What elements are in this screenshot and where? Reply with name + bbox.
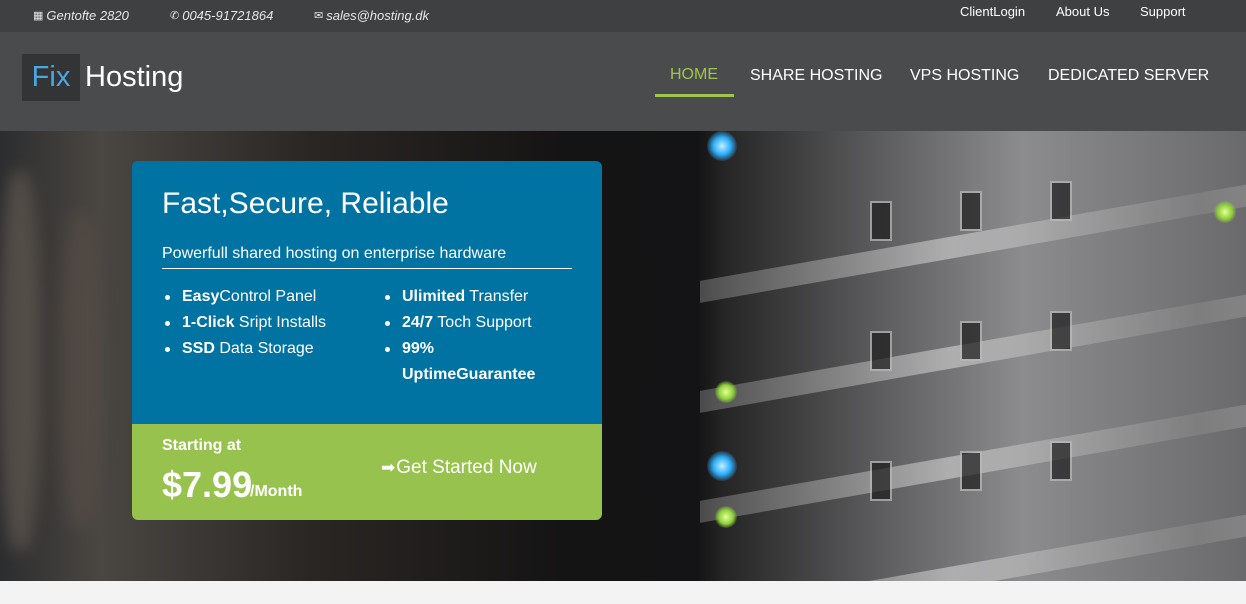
blue-led (707, 131, 737, 161)
green-led (1214, 201, 1236, 223)
pricing-bar: Starting at $7.99 /Month ➡ Get Started N… (132, 424, 602, 520)
nav-share-hosting[interactable]: SHARE HOSTING (750, 67, 882, 85)
blue-led (707, 451, 737, 481)
phone-text: 0045-91721864 (182, 8, 274, 23)
feature-item: 24/7 Toch Support (382, 310, 552, 336)
envelope-icon: ✉ (314, 10, 324, 22)
price-period: /Month (250, 483, 303, 500)
email-info: ✉ sales@hosting.dk (314, 0, 429, 32)
logo-hosting: Hosting (85, 61, 184, 93)
green-led (715, 506, 737, 528)
offer-subtitle: Powerfull shared hosting on enterprise h… (162, 245, 572, 269)
nav-home[interactable]: HOME (670, 66, 718, 84)
drive-bay (960, 191, 982, 231)
top-bar: ▦ Gentofte 2820 ✆ 0045-91721864 ✉ sales@… (0, 0, 1246, 32)
feature-item: EasyControl Panel (162, 284, 326, 310)
offer-details: Fast,Secure, Reliable Powerfull shared h… (132, 161, 602, 424)
offer-title: Fast,Secure, Reliable (162, 187, 449, 220)
background-blur (0, 171, 40, 551)
drive-bay (870, 461, 892, 501)
support-link[interactable]: Support (1140, 0, 1186, 24)
about-us-link[interactable]: About Us (1056, 0, 1109, 24)
get-started-label: Get Started Now (396, 457, 537, 478)
active-nav-underline (655, 94, 734, 97)
feature-list-left: EasyControl Panel 1-Click Sript Installs… (162, 284, 326, 362)
drive-bay (1050, 441, 1072, 481)
phone-info: ✆ 0045-91721864 (170, 0, 273, 32)
feature-item: 99% UptimeGuarantee (382, 336, 552, 388)
address-text: Gentofte 2820 (46, 8, 129, 23)
phone-icon: ✆ (170, 10, 180, 22)
site-logo[interactable]: Fix Hosting (22, 54, 183, 101)
drive-bay (960, 321, 982, 361)
drive-bay (1050, 181, 1072, 221)
feature-item: SSD Data Storage (162, 336, 326, 362)
feature-item: 1-Click Sript Installs (162, 310, 326, 336)
drive-bay (1050, 311, 1072, 351)
starting-at-label: Starting at (162, 437, 242, 454)
drive-bay (960, 451, 982, 491)
client-login-link[interactable]: ClientLogin (960, 0, 1025, 24)
background-blur (60, 211, 100, 531)
address-info: ▦ Gentofte 2820 (33, 0, 129, 32)
feature-list-right: Ulimited Transfer 24/7 Toch Support 99% … (382, 284, 552, 388)
main-navbar: Fix Hosting HOME SHARE HOSTING VPS HOSTI… (0, 32, 1246, 131)
feature-item: Ulimited Transfer (382, 284, 552, 310)
drive-bay (870, 331, 892, 371)
drive-bay (870, 201, 892, 241)
hosting-offer-card: Fast,Secure, Reliable Powerfull shared h… (132, 161, 602, 520)
building-icon: ▦ (33, 10, 44, 22)
email-text: sales@hosting.dk (326, 8, 430, 23)
price-value: $7.99 (162, 464, 253, 505)
get-started-button[interactable]: ➡ Get Started Now (381, 457, 537, 479)
arrow-right-icon: ➡ (381, 458, 396, 477)
nav-vps-hosting[interactable]: VPS HOSTING (910, 67, 1019, 85)
green-led (715, 381, 737, 403)
nav-dedicated-server[interactable]: DEDICATED SERVER (1048, 67, 1209, 85)
logo-fix: Fix (22, 54, 80, 101)
